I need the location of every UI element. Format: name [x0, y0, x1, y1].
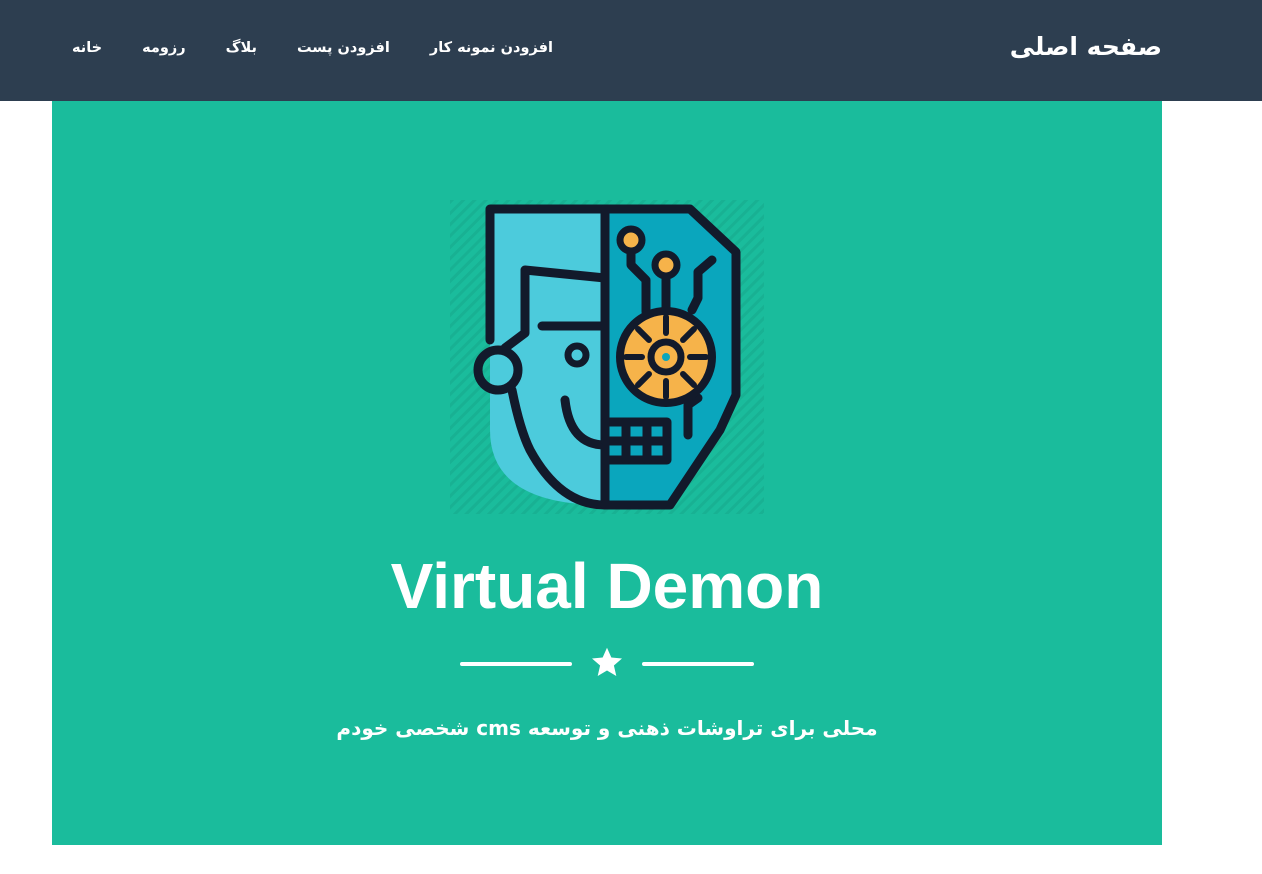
brand-link[interactable]: صفحه اصلی: [1010, 30, 1162, 64]
star-icon: [592, 647, 622, 677]
robot-human-face-icon: [450, 200, 764, 514]
divider-line-right: [642, 662, 754, 666]
hero-title: Virtual Demon: [390, 550, 824, 622]
masthead: Virtual Demon محلی برای تراوشات ذهنی و ت…: [52, 101, 1162, 845]
star-divider: [460, 645, 754, 681]
tagline: محلی برای تراوشات ذهنی و توسعه cms شخصی …: [336, 716, 878, 740]
nav-item-add-post[interactable]: افزودن پست: [277, 34, 410, 62]
nav-item-add-portfolio[interactable]: افزودن نمونه کار: [410, 34, 573, 62]
nav-item-home[interactable]: خانه: [52, 34, 122, 62]
nav-item-blog[interactable]: بلاگ: [206, 34, 277, 62]
divider-line-left: [460, 662, 572, 666]
nav-menu: خانه رزومه بلاگ افزودن پست افزودن نمونه …: [52, 34, 573, 62]
nav-item-resume[interactable]: رزومه: [122, 34, 205, 62]
avatar: [450, 200, 764, 514]
top-navbar: صفحه اصلی خانه رزومه بلاگ افزودن پست افز…: [0, 0, 1262, 101]
